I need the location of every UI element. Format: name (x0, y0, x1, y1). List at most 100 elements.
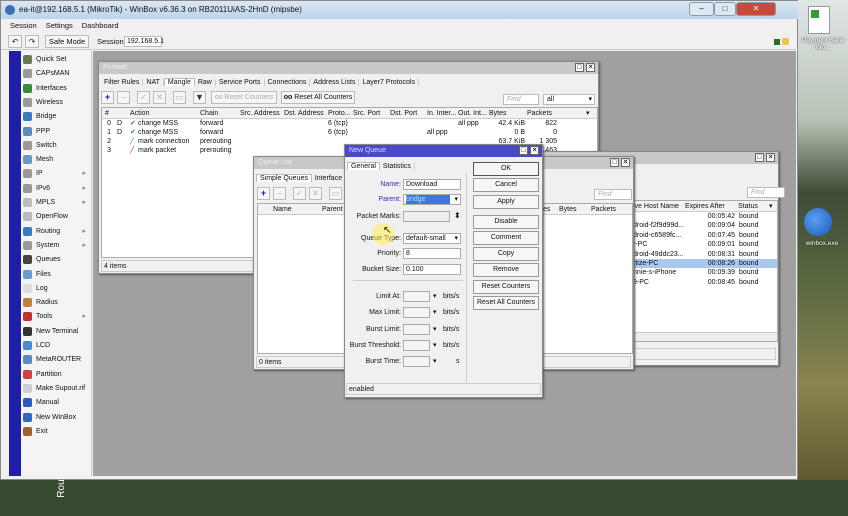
reset-all-counters-button[interactable]: oo Reset All Counters (281, 91, 355, 104)
sidebar-item-manual[interactable]: Manual (21, 396, 92, 409)
dropdown-icon[interactable]: ▾ (433, 308, 437, 317)
sidebar-item-new-terminal[interactable]: New Terminal (21, 325, 92, 338)
sidebar-item-metarouter[interactable]: MetaROUTER (21, 353, 92, 366)
undo-icon[interactable]: ↶ (8, 35, 22, 48)
maximize-icon[interactable]: □ (610, 158, 619, 167)
desktop-icon-label[interactable]: winbox.exe (798, 240, 846, 247)
copy-button[interactable]: Copy (473, 247, 539, 261)
ok-button[interactable]: OK (473, 162, 539, 176)
enable-icon[interactable]: ✓ (293, 187, 306, 200)
sidebar-item-ppp[interactable]: PPP (21, 125, 92, 138)
tab-general[interactable]: General (347, 162, 380, 170)
column-header[interactable]: Src. Address (240, 109, 280, 118)
tab-mangle[interactable]: Mangle (163, 78, 195, 86)
close-icon[interactable]: ✕ (621, 158, 630, 167)
limit-input[interactable] (403, 291, 430, 302)
disable-icon[interactable]: ✕ (309, 187, 322, 200)
tab-address-lists[interactable]: Address Lists (310, 79, 360, 86)
spinner-icon[interactable]: ⬍ (454, 211, 461, 220)
bucket-size-input[interactable]: 0.100 (403, 264, 461, 275)
column-header[interactable]: Dst. Address (284, 109, 324, 118)
lease-row[interactable]: nnie-s-iPhone 00:09:39 bound (633, 268, 777, 277)
winbox-app-icon[interactable] (804, 208, 832, 236)
remove-icon[interactable]: – (117, 91, 130, 104)
disable-button[interactable]: Disable (473, 215, 539, 229)
reset-counters-button[interactable]: oo Reset Counters (211, 91, 277, 104)
tab-service-ports[interactable]: Service Ports (215, 79, 265, 86)
maximize-button[interactable]: □ (714, 2, 736, 16)
comment-button[interactable]: Comment (473, 231, 539, 245)
column-header[interactable]: Proto... (328, 109, 351, 118)
sidebar-item-quick-set[interactable]: Quick Set (21, 53, 92, 66)
enable-icon[interactable]: ✓ (137, 91, 150, 104)
tab-layer7-protocols[interactable]: Layer7 Protocols (359, 79, 419, 86)
remove-button[interactable]: Remove (473, 263, 539, 277)
col-rate[interactable]: es (543, 205, 550, 214)
packet-marks-input[interactable] (403, 211, 450, 222)
minimize-button[interactable]: – (689, 2, 714, 16)
sidebar-item-openflow[interactable]: OpenFlow (21, 210, 92, 223)
sidebar-item-system[interactable]: System ▸ (21, 239, 92, 252)
sidebar-item-lcd[interactable]: LCD (21, 339, 92, 352)
name-input[interactable]: Download (403, 179, 461, 190)
queue-type-select[interactable]: default-small ▾ (403, 233, 461, 244)
sidebar-item-interfaces[interactable]: Interfaces (21, 82, 92, 95)
columns-menu-icon[interactable]: ▾ (769, 202, 773, 211)
sidebar-item-capsman[interactable]: CAPsMAN (21, 67, 92, 80)
tab-raw[interactable]: Raw (194, 79, 216, 86)
safe-mode-button[interactable]: Safe Mode (45, 35, 89, 48)
lease-row[interactable]: droid-f2f9d99d... 00:09:04 bound (633, 221, 777, 230)
limit-input[interactable] (403, 339, 430, 351)
dropdown-icon[interactable]: ▾ (433, 341, 437, 350)
column-header[interactable]: ive Host Name (633, 202, 679, 211)
menu-settings[interactable]: Settings (46, 21, 73, 30)
sidebar-item-exit[interactable]: Exit (21, 425, 92, 438)
chain-filter-select[interactable]: all ▾ (543, 94, 595, 105)
column-header[interactable]: # (105, 109, 109, 118)
lease-row[interactable]: droid-49ddc23... 00:08:31 bound (633, 250, 777, 259)
redo-icon[interactable]: ↷ (25, 35, 39, 48)
horizontal-scrollbar[interactable] (633, 332, 777, 341)
sidebar-item-tools[interactable]: Tools ▸ (21, 310, 92, 323)
tab-statistics[interactable]: Statistics (379, 163, 415, 170)
column-header[interactable]: Src. Port (353, 109, 380, 118)
col-name[interactable]: Name (273, 205, 292, 214)
table-row[interactable]: 0 D ✔ change MSS forward 6 (tcp) all ppp 42.4 K… (102, 119, 597, 128)
priority-input[interactable]: 8 (403, 248, 461, 259)
column-header[interactable]: Expires After (685, 202, 725, 211)
sidebar-item-files[interactable]: Files (21, 268, 92, 281)
lease-row[interactable]: droid-c6589fc... 00:07:45 bound (633, 231, 777, 240)
sidebar-item-wireless[interactable]: Wireless (21, 96, 92, 109)
add-icon[interactable]: + (257, 187, 270, 200)
lease-row[interactable]: 9-PC 00:08:45 bound (633, 278, 777, 287)
cancel-button[interactable]: Cancel (473, 178, 539, 192)
desktop-icon-label[interactable]: Payment Sank Wo... (799, 37, 847, 51)
maximize-icon[interactable]: □ (519, 146, 528, 155)
column-header[interactable]: Chain (200, 109, 218, 118)
sidebar-item-new-winbox[interactable]: New WinBox (21, 411, 92, 424)
limit-input[interactable] (403, 356, 430, 368)
find-input[interactable]: Find (747, 187, 785, 198)
sidebar-item-queues[interactable]: Queues (21, 253, 92, 266)
close-icon[interactable]: ✕ (766, 153, 775, 162)
close-icon[interactable]: ✕ (530, 146, 539, 155)
reset-all-counters-button[interactable]: Reset All Counters (473, 296, 539, 310)
dropdown-icon[interactable]: ▾ (433, 325, 437, 334)
close-button[interactable]: ✕ (736, 2, 776, 16)
apply-button[interactable]: Apply (473, 195, 539, 209)
column-header[interactable]: Out. Int... (458, 109, 487, 118)
column-header[interactable]: Bytes (489, 109, 507, 118)
sidebar-item-ipv6[interactable]: IPv6 ▸ (21, 182, 92, 195)
tab-filter-rules[interactable]: Filter Rules (101, 79, 144, 86)
filter-icon[interactable]: ▼ (193, 91, 206, 104)
limit-input[interactable] (403, 307, 430, 319)
column-header[interactable]: In. Inter... (427, 109, 456, 118)
sidebar-item-mpls[interactable]: MPLS ▸ (21, 196, 92, 209)
col-bytes[interactable]: Bytes (559, 205, 577, 214)
sidebar-item-make-supout-rif[interactable]: Make Supout.rif (21, 382, 92, 395)
maximize-icon[interactable]: □ (755, 153, 764, 162)
lease-row[interactable]: rtize-PC 00:08:26 bound (633, 259, 777, 268)
columns-menu-icon[interactable]: ▾ (586, 109, 590, 118)
comment-icon[interactable]: ▭ (173, 91, 186, 104)
tab-nat[interactable]: NAT (143, 79, 164, 86)
